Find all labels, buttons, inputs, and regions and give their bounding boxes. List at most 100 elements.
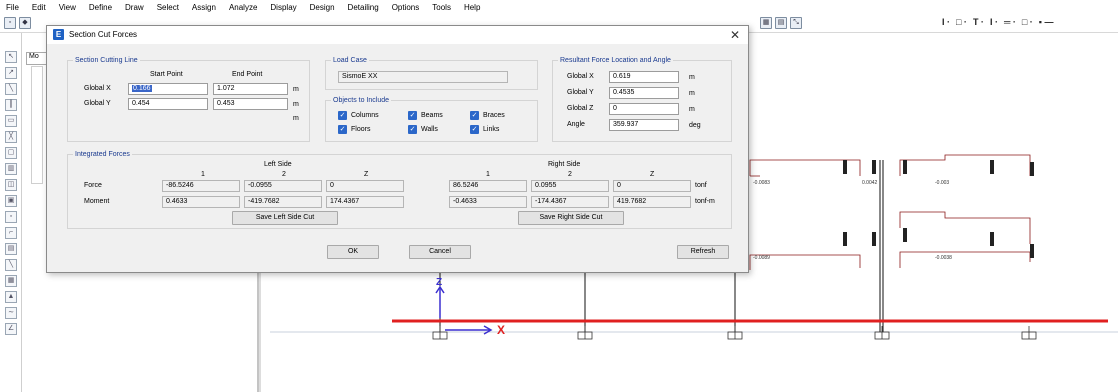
resultant-z-field[interactable]: 0 (609, 103, 679, 115)
menu-bar: File Edit View Define Draw Select Assign… (0, 0, 1118, 15)
wall-tool-icon[interactable]: Ι · (990, 17, 998, 27)
close-icon[interactable]: ✕ (730, 28, 740, 42)
angle-label: Angle (567, 121, 585, 128)
walls-checkbox[interactable]: ✓ Walls (408, 125, 438, 134)
grid-view-icon[interactable]: ▦ (760, 17, 772, 29)
end-point-label: End Point (232, 71, 263, 78)
draw-floor-icon[interactable]: ▢ (5, 147, 17, 159)
resultant-z-label: Global Z (567, 105, 594, 112)
x-axis-arrow (483, 325, 493, 335)
left-side-label: Left Side (264, 161, 292, 168)
draw-beam-icon[interactable]: ▭ (5, 115, 17, 127)
load-case-field[interactable]: SismoE XX (338, 71, 508, 83)
menu-analyze[interactable]: Analyze (229, 3, 257, 12)
beam-tool-icon[interactable]: T · (973, 17, 984, 27)
check-icon: ✓ (338, 125, 347, 134)
global-y-label: Global Y (84, 100, 111, 107)
new-file-icon[interactable]: ▫ (4, 17, 16, 29)
menu-design[interactable]: Design (310, 3, 335, 12)
check-icon: ✓ (408, 125, 417, 134)
draw-column-icon[interactable]: ┃ (5, 99, 17, 111)
save-left-side-cut-button[interactable]: Save Left Side Cut (232, 211, 338, 225)
draw-area-icon[interactable]: ▣ (5, 195, 17, 207)
draw-stair-icon[interactable]: ∠ (5, 323, 17, 335)
deg-unit-label: deg (689, 122, 701, 129)
floor-tool-icon[interactable]: □ · (956, 17, 967, 27)
menu-tools[interactable]: Tools (432, 3, 451, 12)
menu-file[interactable]: File (6, 3, 19, 12)
model-explorer-panel (31, 66, 43, 184)
beams-checkbox[interactable]: ✓ Beams (408, 111, 443, 120)
model-tab[interactable]: Mo (26, 52, 48, 65)
moment-unit-label: tonf-m (695, 198, 715, 205)
check-icon: ✓ (470, 125, 479, 134)
support-symbols (432, 326, 1037, 340)
refresh-button[interactable]: Refresh (677, 245, 729, 259)
reshape-icon[interactable]: ↗ (5, 67, 17, 79)
more-tools-icon[interactable]: ▪ — (1039, 17, 1054, 27)
pointer-icon[interactable]: ↖ (5, 51, 17, 63)
draw-line-icon[interactable]: ╲ (5, 83, 17, 95)
left-toolbar: ↖ ↗ ╲ ┃ ▭ ╳ ▢ ▥ ◫ ▣ ▫ ⌐ ▤ ╲ ▦ ▲ ∼ ∠ (0, 33, 22, 392)
columns-checkbox[interactable]: ✓ Columns (338, 111, 379, 120)
menu-define[interactable]: Define (89, 3, 112, 12)
resultant-y-field[interactable]: 0.4535 (609, 87, 679, 99)
start-y-field[interactable]: 0.454 (128, 98, 208, 110)
menu-draw[interactable]: Draw (125, 3, 144, 12)
right-moment-2: -174.4367 (531, 196, 609, 208)
left-moment-2: -419.7682 (244, 196, 322, 208)
draw-spring-icon[interactable]: ▤ (5, 243, 17, 255)
right-force-z: 0 (613, 180, 691, 192)
open-file-icon[interactable]: ◆ (19, 17, 31, 29)
area-tool-icon[interactable]: □ · (1022, 17, 1033, 27)
end-y-field[interactable]: 0.453 (213, 98, 288, 110)
zoom-icon[interactable]: ⤡ (790, 17, 802, 29)
cancel-button[interactable]: Cancel (409, 245, 471, 259)
start-x-field[interactable]: 0.166 (128, 83, 208, 95)
left-col3-header: Z (364, 171, 369, 178)
load-case-title: Load Case (331, 57, 369, 64)
right-force-2: 0.0955 (531, 180, 609, 192)
menu-view[interactable]: View (59, 3, 76, 12)
draw-dimension-icon[interactable]: ╲ (5, 259, 17, 271)
draw-joint-icon[interactable]: ▫ (5, 211, 17, 223)
draw-wall-icon[interactable]: ▥ (5, 163, 17, 175)
end-x-field[interactable]: 1.072 (213, 83, 288, 95)
left-col2-header: 2 (282, 171, 286, 178)
diagram-label: -0.0089 (753, 255, 770, 261)
menu-select[interactable]: Select (157, 3, 179, 12)
line-tool-icon[interactable]: ═ · (1004, 17, 1016, 27)
menu-display[interactable]: Display (270, 3, 296, 12)
ok-button[interactable]: OK (327, 245, 379, 259)
column-tool-icon[interactable]: I · (942, 17, 950, 27)
resultant-force-title: Resultant Force Location and Angle (558, 57, 673, 64)
draw-reference-icon[interactable]: ▲ (5, 291, 17, 303)
plan-view-icon[interactable]: ▤ (775, 17, 787, 29)
force-diagrams (749, 154, 1031, 270)
angle-field[interactable]: 359.937 (609, 119, 679, 131)
draw-section-cut-icon[interactable]: ▦ (5, 275, 17, 287)
resultant-y-label: Global Y (567, 89, 594, 96)
diagram-tags (843, 160, 1034, 258)
menu-edit[interactable]: Edit (32, 3, 46, 12)
dialog-titlebar: E Section Cut Forces ✕ (47, 26, 748, 44)
left-moment-1: 0.4633 (162, 196, 240, 208)
menu-help[interactable]: Help (464, 3, 480, 12)
force-unit-label: tonf (695, 182, 707, 189)
check-icon: ✓ (470, 111, 479, 120)
save-right-side-cut-button[interactable]: Save Right Side Cut (518, 211, 624, 225)
menu-assign[interactable]: Assign (192, 3, 216, 12)
floors-checkbox[interactable]: ✓ Floors (338, 125, 370, 134)
draw-brace-icon[interactable]: ╳ (5, 131, 17, 143)
z-axis-label: Z (436, 277, 442, 288)
right-col3-header: Z (650, 171, 655, 178)
draw-link-icon[interactable]: ⌐ (5, 227, 17, 239)
menu-detailing[interactable]: Detailing (348, 3, 379, 12)
menu-options[interactable]: Options (392, 3, 420, 12)
resultant-x-field[interactable]: 0.619 (609, 71, 679, 83)
diagram-label: -0.0083 (753, 180, 770, 186)
draw-wave-icon[interactable]: ∼ (5, 307, 17, 319)
links-checkbox[interactable]: ✓ Links (470, 125, 499, 134)
draw-opening-icon[interactable]: ◫ (5, 179, 17, 191)
braces-checkbox[interactable]: ✓ Braces (470, 111, 505, 120)
